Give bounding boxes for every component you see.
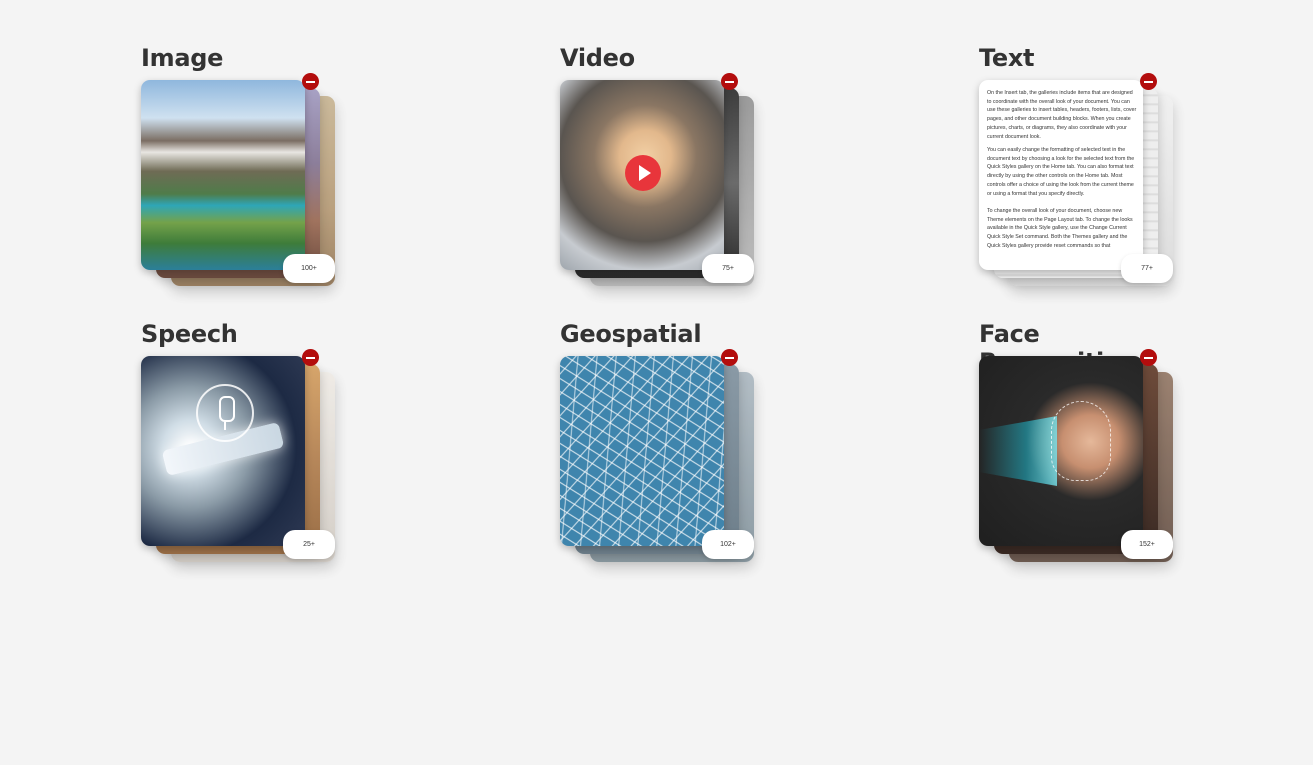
thumbnail-stack[interactable]: 75+	[560, 73, 760, 290]
microphone-icon	[196, 384, 254, 442]
count-badge: 75+	[702, 254, 754, 283]
thumbnail-front[interactable]	[560, 356, 724, 546]
scan-beam	[979, 416, 1057, 486]
dataset-card-speech[interactable]: Speech 25+	[141, 320, 341, 562]
remove-icon[interactable]	[1140, 349, 1157, 366]
remove-icon[interactable]	[302, 73, 319, 90]
card-title: Text	[979, 44, 1035, 72]
thumbnail-stack[interactable]: 100+	[141, 73, 341, 290]
remove-icon[interactable]	[302, 349, 319, 366]
card-title: Video	[560, 44, 635, 72]
thumbnail-stack[interactable]: 25+	[141, 349, 341, 566]
dataset-card-text[interactable]: Text On the Insert tab, the galleries in…	[979, 44, 1179, 286]
dataset-card-face-recognition[interactable]: Face Recognition 152+	[979, 320, 1179, 562]
card-title: Speech	[141, 320, 238, 348]
count-badge: 102+	[702, 530, 754, 559]
dataset-card-video[interactable]: Video 75+	[560, 44, 760, 286]
remove-icon[interactable]	[721, 73, 738, 90]
count-badge: 77+	[1121, 254, 1173, 283]
thumbnail-front[interactable]: On the Insert tab, the galleries include…	[979, 80, 1143, 270]
face-mesh	[1051, 401, 1111, 481]
thumbnail-stack[interactable]: 102+	[560, 349, 760, 566]
count-badge: 25+	[283, 530, 335, 559]
remove-icon[interactable]	[721, 349, 738, 366]
card-title: Image	[141, 44, 224, 72]
thumbnail-front[interactable]	[979, 356, 1143, 546]
dataset-card-geospatial[interactable]: Geospatial 102+	[560, 320, 760, 562]
card-title: Geospatial	[560, 320, 702, 348]
thumbnail-front[interactable]	[560, 80, 724, 270]
play-icon[interactable]	[625, 155, 661, 191]
thumbnail-stack[interactable]: 152+	[979, 349, 1179, 566]
dataset-card-image[interactable]: Image 100+	[141, 44, 341, 286]
thumbnail-front[interactable]	[141, 80, 305, 270]
count-badge: 152+	[1121, 530, 1173, 559]
remove-icon[interactable]	[1140, 73, 1157, 90]
text-preview-paragraph: You can easily change the formatting of …	[987, 147, 1135, 197]
text-preview-paragraph: On the Insert tab, the galleries include…	[987, 90, 1137, 140]
count-badge: 100+	[283, 254, 335, 283]
thumbnail-front[interactable]	[141, 356, 305, 546]
text-preview-paragraph: To change the overall look of your docum…	[987, 208, 1133, 249]
thumbnail-stack[interactable]: On the Insert tab, the galleries include…	[979, 73, 1179, 290]
